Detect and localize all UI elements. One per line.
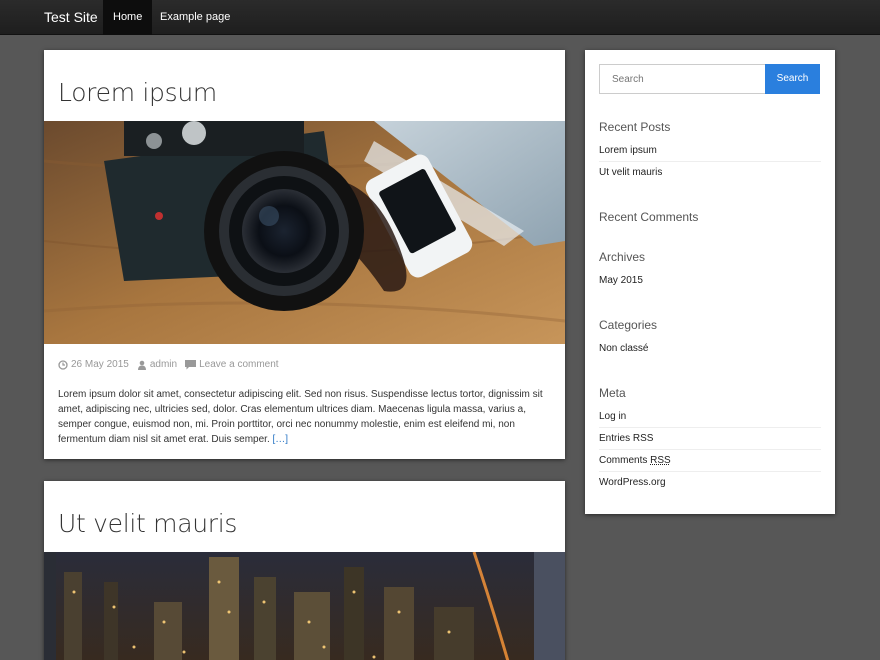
post-date[interactable]: 26 May 2015 bbox=[58, 359, 129, 370]
post-comments-text: Leave a comment bbox=[199, 359, 279, 370]
nav-example-page[interactable]: Example page bbox=[150, 0, 240, 35]
post-featured-image-city[interactable] bbox=[44, 551, 565, 660]
comment-icon bbox=[185, 359, 197, 369]
post-author[interactable]: admin bbox=[137, 359, 177, 370]
user-icon bbox=[137, 360, 146, 370]
post-date-text: 26 May 2015 bbox=[71, 359, 129, 370]
post-title[interactable]: Lorem ipsum bbox=[58, 78, 217, 107]
recent-comments-title: Recent Comments bbox=[599, 210, 699, 224]
recent-posts-title: Recent Posts bbox=[599, 120, 671, 134]
search-button[interactable]: Search bbox=[765, 64, 820, 94]
recent-post-link[interactable]: Lorem ipsum bbox=[599, 140, 821, 162]
recent-post-link[interactable]: Ut velit mauris bbox=[599, 162, 821, 184]
post-excerpt-text: Lorem ipsum dolor sit amet, consectetur … bbox=[58, 389, 543, 445]
archives-title: Archives bbox=[599, 250, 646, 264]
meta-title: Meta bbox=[599, 386, 626, 400]
post-meta: 26 May 2015 admin Leave a comment bbox=[58, 359, 279, 370]
meta-wordpress-link[interactable]: WordPress.org bbox=[599, 472, 821, 494]
top-navbar: Test Site Home Example page bbox=[0, 0, 880, 35]
post-title[interactable]: Ut velit mauris bbox=[58, 509, 237, 538]
archive-link[interactable]: May 2015 bbox=[599, 270, 821, 292]
meta-login-link[interactable]: Log in bbox=[599, 406, 821, 428]
clock-icon bbox=[58, 359, 68, 370]
categories-title: Categories bbox=[599, 318, 658, 332]
post-author-text: admin bbox=[149, 359, 178, 370]
search-input[interactable] bbox=[599, 64, 765, 94]
post-featured-image-camera[interactable] bbox=[44, 121, 565, 344]
meta-comments-label: Comments bbox=[599, 455, 648, 466]
post-comments-link[interactable]: Leave a comment bbox=[185, 359, 279, 370]
sidebar: Search Recent Posts Lorem ipsum Ut velit… bbox=[585, 50, 835, 514]
meta-comments-rss-link[interactable]: Comments RSS bbox=[599, 450, 821, 472]
nav-home[interactable]: Home bbox=[103, 0, 153, 35]
post-card: Lorem ipsum 26 May 2015 admin Leave a co… bbox=[44, 50, 565, 459]
category-link[interactable]: Non classé bbox=[599, 338, 821, 360]
read-more-link[interactable]: […] bbox=[273, 434, 289, 445]
meta-entries-rss-link[interactable]: Entries RSS bbox=[599, 428, 821, 450]
site-brand[interactable]: Test Site bbox=[44, 0, 98, 35]
post-card: Ut velit mauris bbox=[44, 481, 565, 660]
post-excerpt: Lorem ipsum dolor sit amet, consectetur … bbox=[58, 387, 552, 447]
rss-abbr: RSS bbox=[650, 455, 671, 466]
